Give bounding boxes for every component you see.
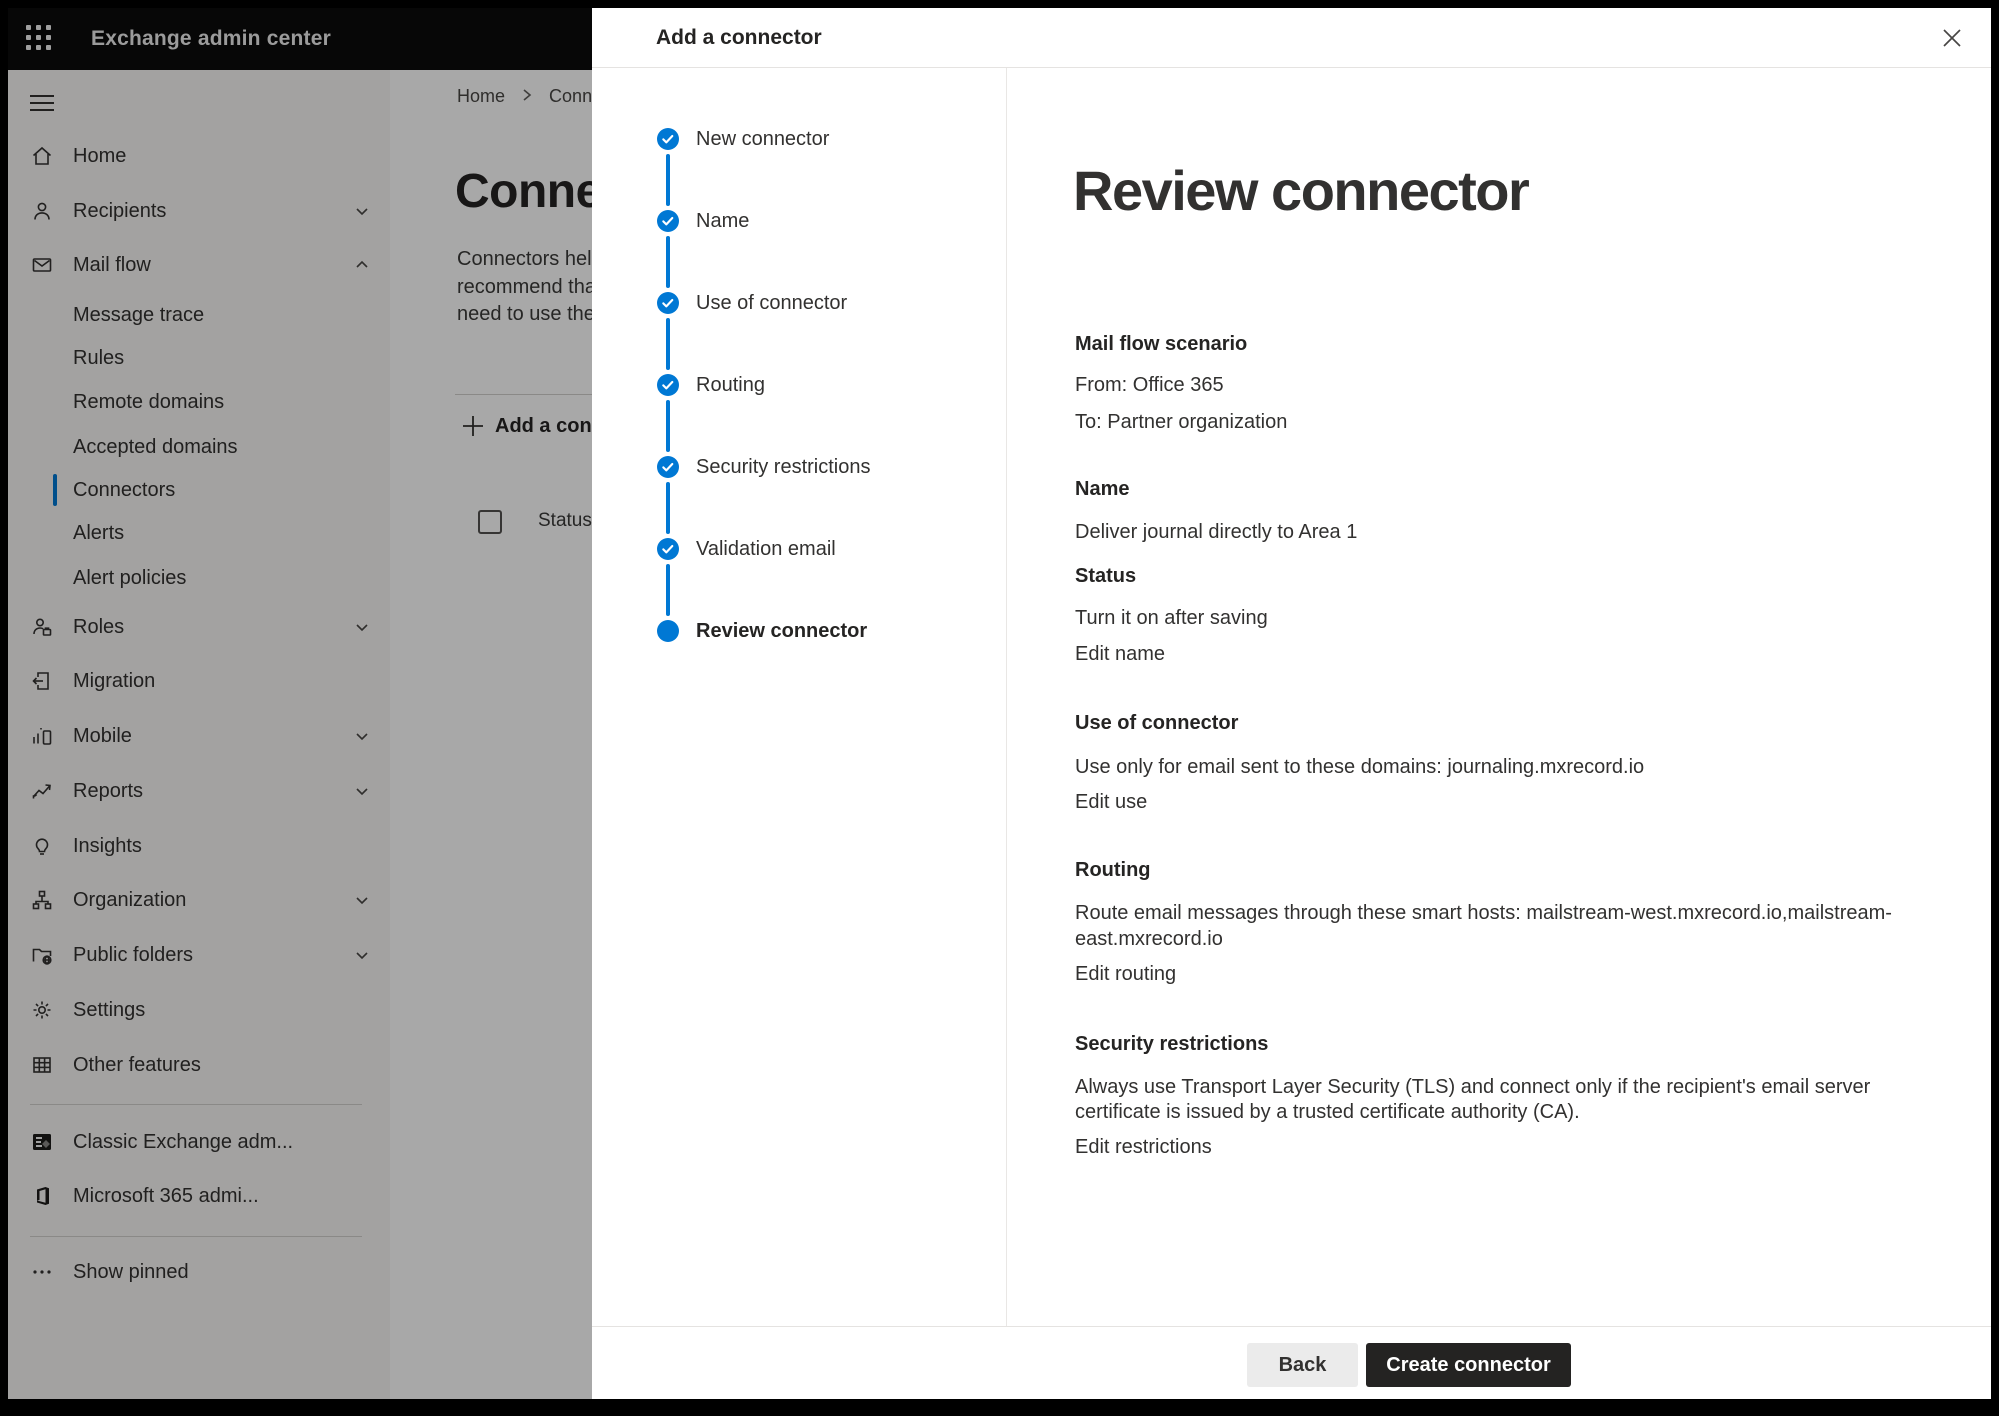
step-label: Name [696,210,749,233]
step-label: Review connector [696,620,867,643]
section-heading-use-of-connector: Use of connector [1075,712,1238,735]
step-done-icon [657,128,679,150]
screen: Exchange admin center Home Recipients Ma… [0,0,1999,1416]
wizard-step-name[interactable]: Name [592,201,992,241]
step-connector-line [666,400,670,452]
section-heading-status: Status [1075,565,1136,588]
step-current-icon [657,620,679,642]
section-heading-name: Name [1075,478,1129,501]
close-icon [1941,27,1963,49]
security-value-line: Always use Transport Layer Security (TLS… [1075,1076,1870,1099]
status-value: Turn it on after saving [1075,607,1268,630]
modal-footer-divider [592,1326,1991,1327]
use-of-connector-value: Use only for email sent to these domains… [1075,756,1644,779]
section-heading-security-restrictions: Security restrictions [1075,1033,1268,1056]
close-button[interactable] [1930,18,1974,58]
step-connector-line [666,236,670,288]
step-done-icon [657,292,679,314]
modal-title: Add a connector [656,8,822,67]
edit-name-link[interactable]: Edit name [1075,643,1165,666]
step-connector-line [666,318,670,370]
add-connector-modal: Add a connector New connector Name Use o… [592,8,1991,1399]
wizard-divider [1006,68,1007,1326]
section-heading-routing: Routing [1075,859,1151,882]
security-value-line: certificate is issued by a trusted certi… [1075,1101,1580,1124]
section-heading-mail-flow-scenario: Mail flow scenario [1075,333,1247,356]
step-done-icon [657,456,679,478]
routing-value-line: Route email messages through these smart… [1075,902,1892,925]
routing-value-line: east.mxrecord.io [1075,928,1223,951]
step-label: Security restrictions [696,456,871,479]
edit-routing-link[interactable]: Edit routing [1075,963,1176,986]
edit-restrictions-link[interactable]: Edit restrictions [1075,1136,1212,1159]
step-label: Routing [696,374,765,397]
step-connector-line [666,482,670,534]
wizard-step-review-connector[interactable]: Review connector [592,611,992,651]
wizard-step-validation-email[interactable]: Validation email [592,529,992,569]
step-label: Validation email [696,538,836,561]
modal-header-divider [592,67,1991,68]
connector-name-value: Deliver journal directly to Area 1 [1075,521,1357,544]
mail-flow-from: From: Office 365 [1075,374,1224,397]
wizard-step-security-restrictions[interactable]: Security restrictions [592,447,992,487]
review-heading: Review connector [1073,158,1528,223]
step-connector-line [666,154,670,206]
step-connector-line [666,564,670,616]
mail-flow-to: To: Partner organization [1075,411,1287,434]
create-connector-button[interactable]: Create connector [1366,1343,1571,1387]
wizard-step-use-of-connector[interactable]: Use of connector [592,283,992,323]
edit-use-link[interactable]: Edit use [1075,791,1147,814]
wizard-step-routing[interactable]: Routing [592,365,992,405]
step-label: Use of connector [696,292,847,315]
step-done-icon [657,374,679,396]
step-label: New connector [696,128,829,151]
step-done-icon [657,210,679,232]
wizard-step-new-connector[interactable]: New connector [592,119,992,159]
back-button[interactable]: Back [1247,1343,1358,1387]
step-done-icon [657,538,679,560]
